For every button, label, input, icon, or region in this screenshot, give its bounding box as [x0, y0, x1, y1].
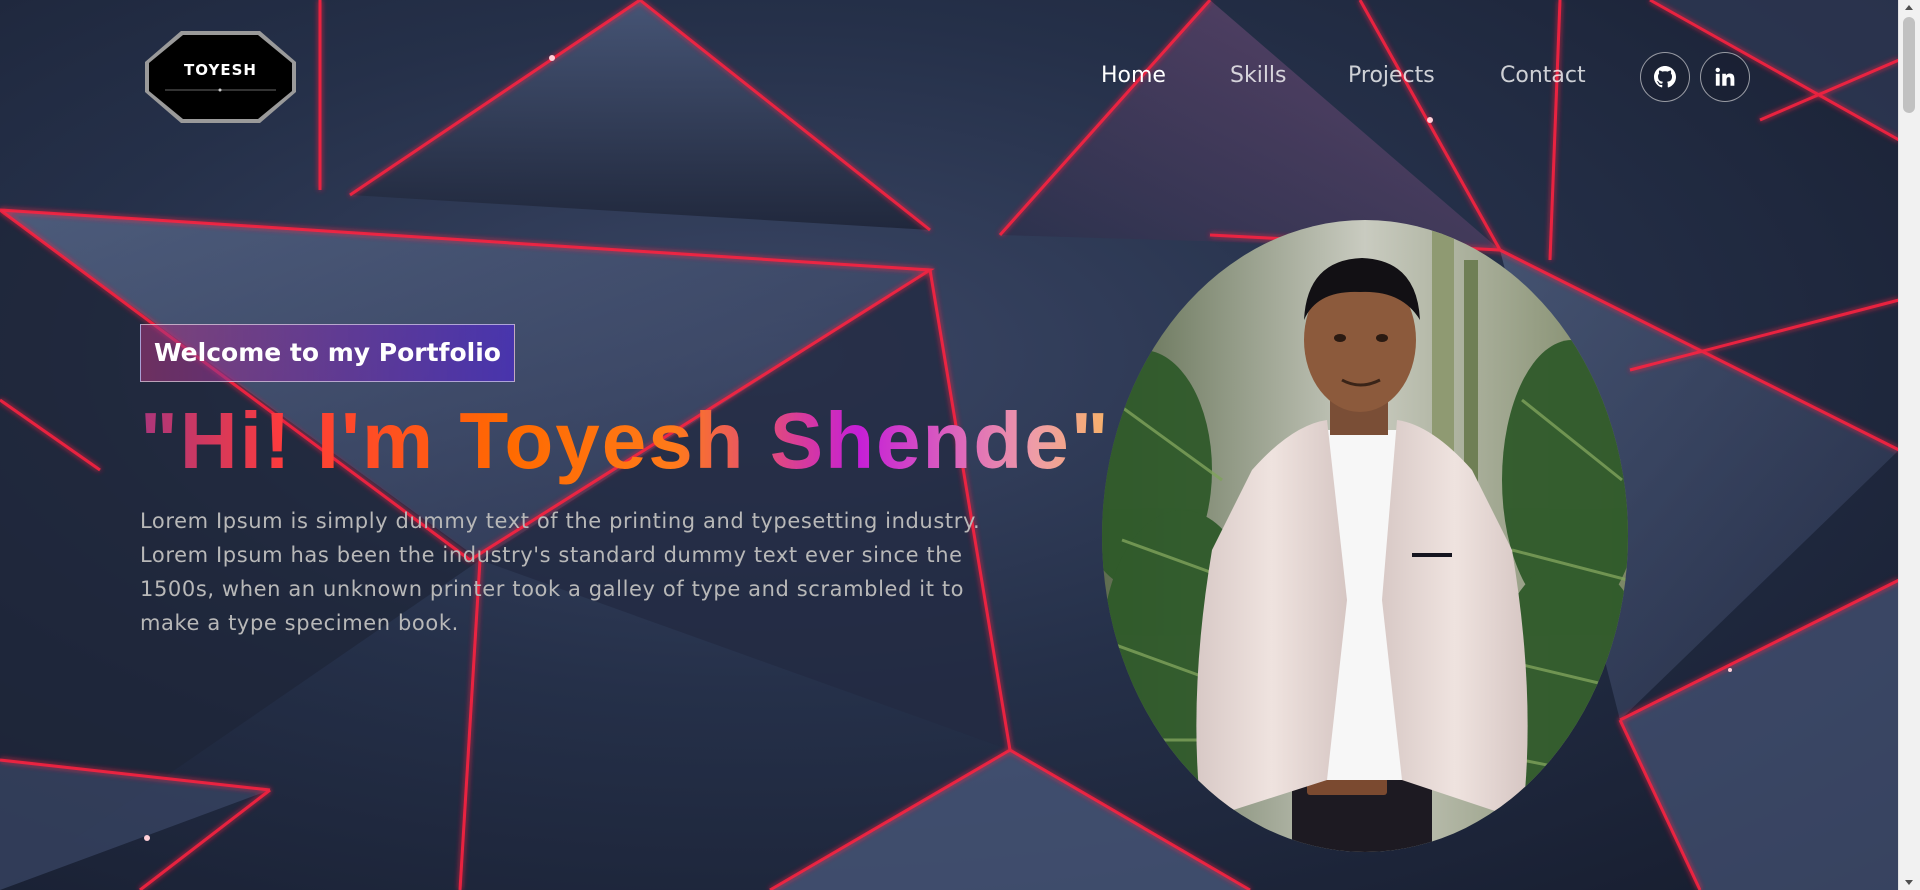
scroll-up-arrow-icon[interactable] — [1905, 5, 1913, 10]
page-scrollbar[interactable] — [1898, 0, 1920, 890]
navbar: TOYESH Home Skills Projects Contact — [0, 0, 1899, 155]
linkedin-button[interactable] — [1700, 52, 1750, 102]
scroll-down-arrow-icon[interactable] — [1905, 880, 1913, 885]
nav-link-contact[interactable]: Contact — [1500, 63, 1586, 88]
profile-photo-illustration — [1102, 220, 1628, 852]
linkedin-icon — [1715, 67, 1735, 86]
github-button[interactable] — [1640, 52, 1690, 102]
github-icon — [1654, 66, 1676, 88]
welcome-tagline: Welcome to my Portfolio — [140, 324, 515, 382]
hero-description: Lorem Ipsum is simply dummy text of the … — [140, 509, 981, 635]
nav-link-skills[interactable]: Skills — [1230, 63, 1287, 88]
hero-title: "Hi! I'm Toyesh Shende" — [140, 396, 1111, 485]
logo[interactable]: TOYESH — [143, 28, 298, 126]
nav-link-projects[interactable]: Projects — [1348, 63, 1435, 88]
logo-text: TOYESH — [184, 61, 257, 79]
profile-photo — [1102, 220, 1628, 852]
nav-link-home[interactable]: Home — [1101, 63, 1166, 88]
portfolio-page: TOYESH Home Skills Projects Contact Welc… — [0, 0, 1920, 890]
scrollbar-thumb[interactable] — [1903, 17, 1915, 113]
